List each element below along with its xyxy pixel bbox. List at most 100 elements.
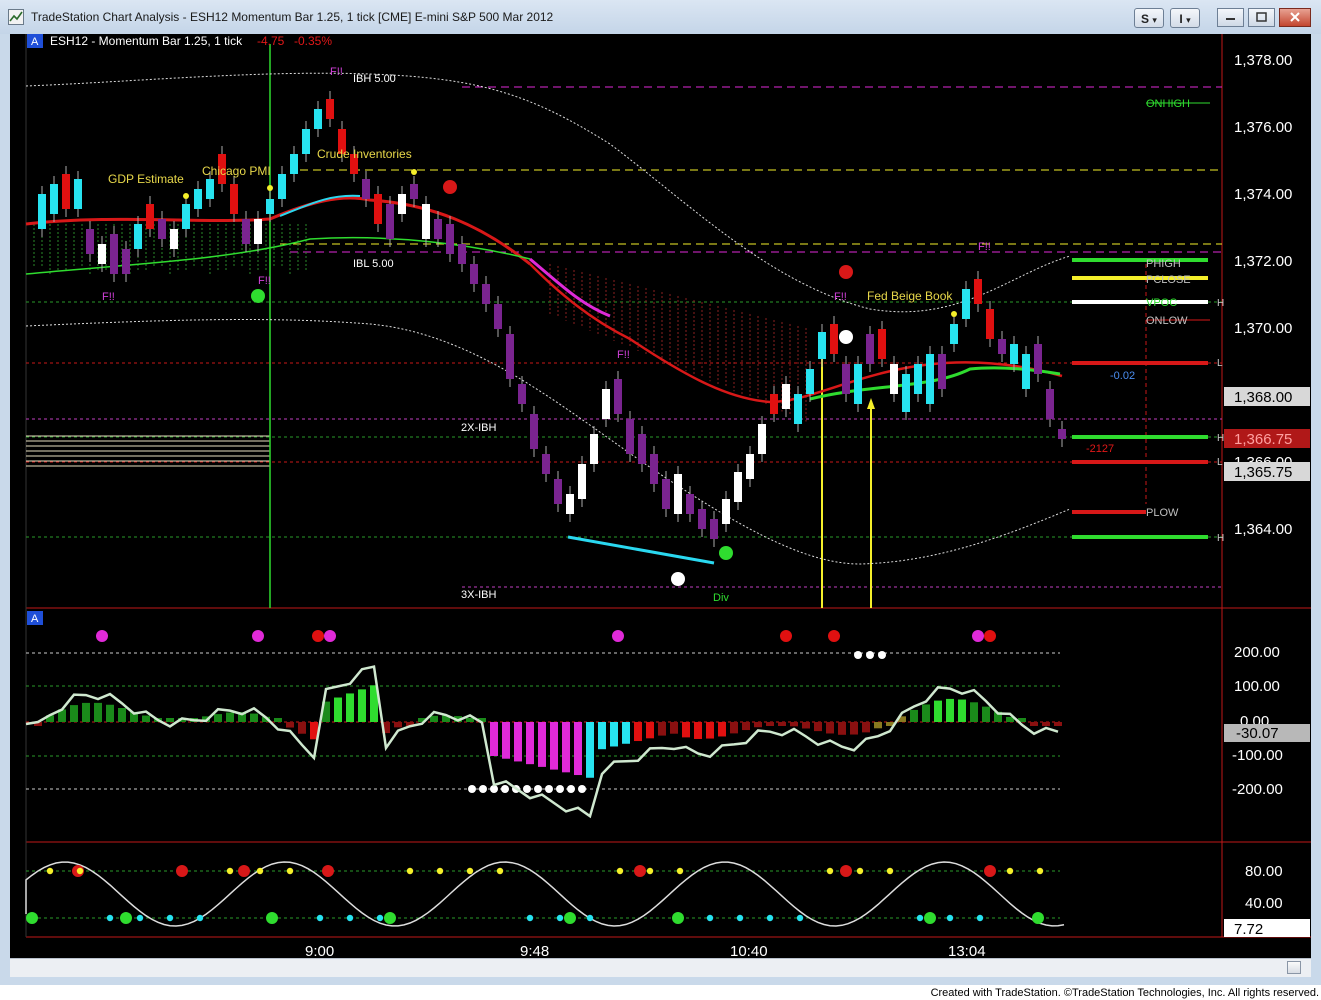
current-price-label: 1,366.75	[1234, 431, 1292, 448]
divergence-line	[567, 535, 715, 565]
price-bar	[674, 474, 682, 514]
level-label-onlow: ONLOW	[1146, 315, 1188, 327]
chart-area[interactable]: A ESH12 - Momentum Bar 1.25, 1 tick -4.7…	[10, 34, 1311, 960]
price-bar	[650, 454, 658, 484]
osc-histogram-bar	[778, 722, 786, 726]
price-bar	[926, 354, 934, 404]
osc-histogram-bar	[1054, 722, 1062, 726]
price-bar	[518, 384, 526, 404]
subgraph-badge[interactable]: A	[31, 613, 39, 625]
label-3x-ibh: 3X-IBH	[461, 589, 497, 601]
osc-histogram-bar	[502, 722, 510, 759]
price-axis: 1,378.00 1,376.00 1,374.00 1,372.00 1,37…	[1224, 52, 1310, 538]
price-bar	[38, 194, 46, 229]
stoch-signal-icon	[384, 912, 396, 924]
price-bar	[842, 364, 850, 394]
maximize-button[interactable]	[1248, 8, 1275, 27]
price-bar	[422, 204, 430, 239]
osc-histogram-bar	[142, 715, 150, 722]
pivot-marker-icon	[96, 630, 108, 642]
price-bar	[878, 329, 886, 359]
price-tick: 1,374.00	[1234, 186, 1292, 203]
extreme-dot-icon	[578, 785, 586, 793]
osc-histogram-bar	[622, 722, 630, 744]
osc-histogram-bar	[538, 722, 546, 767]
flag-marker: F!!	[834, 291, 847, 303]
stoch-dot-icon	[436, 867, 444, 875]
stoch-signal-icon	[1032, 912, 1044, 924]
price-bar	[578, 464, 586, 499]
price-bar	[590, 434, 598, 464]
price-bar	[434, 219, 442, 239]
pivot-marker-icon	[612, 630, 624, 642]
chart-canvas[interactable]: A ESH12 - Momentum Bar 1.25, 1 tick -4.7…	[10, 34, 1311, 960]
stoch-dot-icon	[76, 867, 84, 875]
price-bar	[782, 384, 790, 409]
price-bar	[206, 179, 214, 199]
price-bar	[386, 204, 394, 239]
osc-histogram-bar	[934, 700, 942, 722]
stoch-dot-icon	[1036, 867, 1044, 875]
label-ibl: IBL 5.00	[353, 258, 394, 270]
price-bar	[482, 284, 490, 304]
osc-histogram-bar	[910, 709, 918, 722]
osc-histogram-bar	[814, 722, 822, 732]
osc-histogram-bar	[1030, 722, 1038, 726]
stoch-signal-icon	[120, 912, 132, 924]
marker-dot-icon	[183, 193, 189, 199]
symbol-link-label: S	[1141, 12, 1150, 26]
osc-current-value: -30.07	[1236, 725, 1279, 742]
osc-histogram-bar	[70, 705, 78, 722]
osc-histogram-bar	[298, 722, 306, 734]
price-bar	[146, 204, 154, 229]
price-bar	[446, 224, 454, 254]
stoch-tick: 80.00	[1245, 863, 1283, 880]
moving-average-slope	[529, 257, 611, 318]
osc-histogram-bar	[754, 722, 762, 728]
price-bar	[290, 154, 298, 174]
price-bar	[374, 194, 382, 224]
osc-histogram-bar	[550, 722, 558, 770]
osc-histogram-bar	[334, 697, 342, 722]
stoch-dot-icon	[226, 867, 234, 875]
title-bar[interactable]: TradeStation Chart Analysis - ESH12 Mome…	[0, 0, 1321, 34]
osc-histogram-bar	[922, 704, 930, 722]
scrollbar-thumb[interactable]	[1287, 961, 1301, 974]
event-arrow	[867, 398, 875, 409]
extreme-dot-icon	[866, 651, 874, 659]
stoch-dot-icon	[676, 867, 684, 875]
time-tick: 10:40	[730, 943, 768, 958]
symbol-badge[interactable]: A	[31, 36, 39, 48]
interval-link-dropdown-button[interactable]: I ▾	[1170, 8, 1200, 28]
osc-tick: -100.00	[1232, 747, 1283, 764]
level-label-vpoc: VPOC	[1146, 297, 1177, 309]
stoch-dot-icon	[736, 914, 744, 922]
minimize-button[interactable]	[1217, 8, 1244, 27]
pivot-marker-icon	[780, 630, 792, 642]
extreme-dot-icon	[878, 651, 886, 659]
stoch-dot-icon	[766, 914, 774, 922]
osc-histogram-bar	[826, 722, 834, 734]
price-bar	[86, 229, 94, 254]
price-bar	[410, 184, 418, 199]
horizontal-scrollbar[interactable]	[10, 958, 1311, 977]
close-button[interactable]	[1279, 8, 1311, 27]
stoch-signal-icon	[924, 912, 936, 924]
extreme-dot-icon	[534, 785, 542, 793]
symbol-link-dropdown-button[interactable]: S ▾	[1134, 8, 1164, 28]
osc-histogram-bar	[286, 722, 294, 728]
price-bar	[302, 129, 310, 154]
osc-histogram-bar	[586, 722, 594, 778]
osc-histogram-bar	[82, 702, 90, 722]
price-label-1365: 1,365.75	[1234, 464, 1292, 481]
osc-histogram-bar	[610, 722, 618, 747]
price-bar	[806, 369, 814, 394]
price-bar	[794, 394, 802, 424]
osc-histogram-bar	[658, 722, 666, 736]
price-bar	[998, 339, 1006, 354]
osc-histogram-bar	[670, 722, 678, 734]
price-bar	[830, 324, 838, 354]
stoch-dot-icon	[196, 914, 204, 922]
price-bar	[158, 219, 166, 239]
stoch-dot-icon	[796, 914, 804, 922]
